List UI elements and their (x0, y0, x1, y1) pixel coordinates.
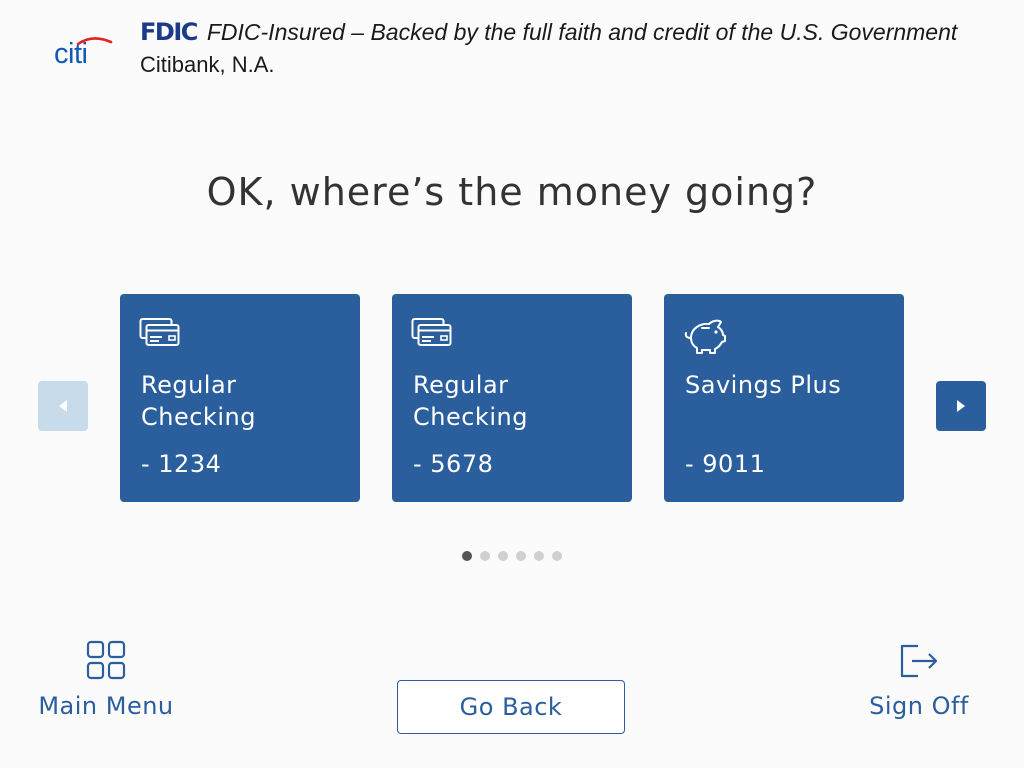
account-card-regular-checking-1234[interactable]: Regular Checking - 1234 (120, 294, 360, 502)
main-menu-label: Main Menu (38, 692, 174, 720)
fdic-insured-text: FDIC-Insured – Backed by the full faith … (206, 19, 958, 45)
sign-off-button[interactable]: Sign Off (864, 640, 974, 720)
piggy-bank-icon (683, 316, 727, 356)
atm-screen: citi FDIC FDIC-Insured – Backed by the f… (0, 0, 1024, 768)
account-card-regular-checking-5678[interactable]: Regular Checking - 5678 (392, 294, 632, 502)
account-number: - 5678 (413, 450, 494, 478)
page-title: OK, where’s the money going? (206, 170, 818, 214)
pagination-dot[interactable] (480, 551, 490, 561)
account-name: Savings Plus (685, 371, 842, 399)
previous-arrow-button[interactable] (38, 381, 88, 431)
fdic-notice: FDIC FDIC-Insured – Backed by the full f… (140, 18, 957, 46)
account-card-savings-plus-9011[interactable]: Savings Plus - 9011 (664, 294, 904, 502)
sign-out-icon (900, 644, 938, 678)
carousel-pagination (462, 551, 562, 561)
fdic-logo: FDIC (140, 18, 198, 46)
bank-name: Citibank, N.A. (140, 52, 275, 77)
credit-cards-icon (411, 316, 455, 348)
pagination-dot-active[interactable] (462, 551, 472, 561)
go-back-button[interactable]: Go Back (397, 680, 625, 734)
account-number: - 9011 (685, 450, 766, 478)
pagination-dot[interactable] (552, 551, 562, 561)
grid-icon (86, 640, 126, 680)
chevron-left-icon (59, 400, 67, 412)
account-name: Regular Checking (413, 371, 528, 431)
next-arrow-button[interactable] (936, 381, 986, 431)
main-menu-button[interactable]: Main Menu (36, 640, 176, 720)
account-name: Regular Checking (141, 371, 256, 431)
svg-text:citi: citi (54, 38, 87, 67)
sign-off-label: Sign Off (869, 692, 969, 720)
credit-cards-icon (139, 316, 183, 348)
citi-logo: citi (54, 33, 118, 67)
pagination-dot[interactable] (534, 551, 544, 561)
pagination-dot[interactable] (516, 551, 526, 561)
chevron-right-icon (957, 400, 965, 412)
account-number: - 1234 (141, 450, 222, 478)
pagination-dot[interactable] (498, 551, 508, 561)
